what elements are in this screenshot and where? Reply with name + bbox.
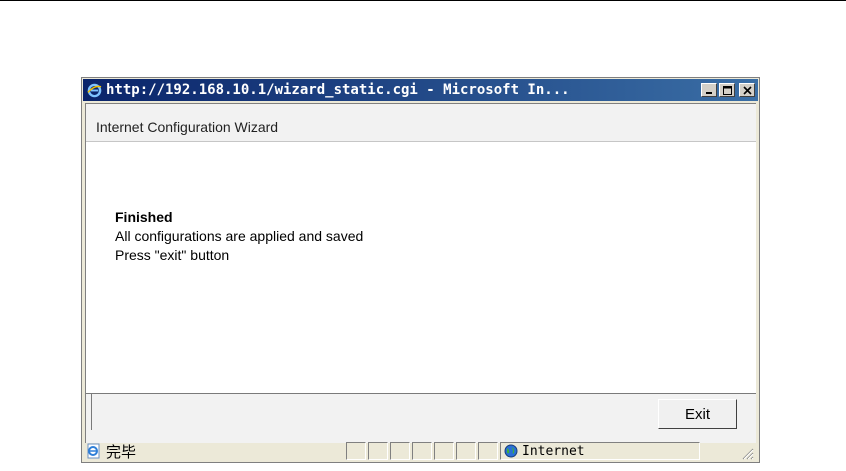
maximize-button[interactable] bbox=[719, 83, 735, 97]
wizard-title: Internet Configuration Wizard bbox=[96, 119, 279, 135]
page-content: Internet Configuration Wizard Finished A… bbox=[85, 103, 756, 443]
page-top-rule bbox=[0, 0, 846, 1]
exit-button[interactable]: Exit bbox=[658, 399, 737, 429]
browser-popup-window: http://192.168.10.1/wizard_static.cgi - … bbox=[81, 77, 760, 463]
minimize-button[interactable] bbox=[701, 83, 717, 97]
status-cell bbox=[368, 442, 388, 460]
wizard-message: Finished All configurations are applied … bbox=[115, 208, 363, 265]
security-zone[interactable]: Internet bbox=[500, 442, 700, 460]
finished-heading: Finished bbox=[115, 209, 173, 225]
status-cell bbox=[346, 442, 366, 460]
close-button[interactable] bbox=[739, 83, 755, 97]
status-cell bbox=[478, 442, 498, 460]
window-title: http://192.168.10.1/wizard_static.cgi - … bbox=[106, 82, 570, 98]
maximize-icon bbox=[722, 85, 732, 95]
globe-icon bbox=[504, 444, 518, 458]
status-cell bbox=[434, 442, 454, 460]
wizard-header: Internet Configuration Wizard bbox=[86, 104, 756, 142]
status-text: 完毕 bbox=[106, 443, 137, 461]
wizard-footer: Exit bbox=[86, 393, 756, 443]
status-cell bbox=[456, 442, 476, 460]
close-icon bbox=[742, 85, 752, 95]
status-bar: 完毕 Internet bbox=[85, 441, 756, 461]
title-bar[interactable]: http://192.168.10.1/wizard_static.cgi - … bbox=[83, 79, 758, 101]
ie-page-icon bbox=[85, 442, 103, 460]
message-line-1: All configurations are applied and saved bbox=[115, 228, 364, 244]
status-cell bbox=[412, 442, 432, 460]
status-cell bbox=[390, 442, 410, 460]
minimize-icon bbox=[706, 92, 712, 94]
ie-icon[interactable] bbox=[86, 82, 102, 98]
message-line-2: Press "exit" button bbox=[115, 247, 230, 263]
resize-grip-icon[interactable] bbox=[740, 446, 754, 460]
footer-divider bbox=[91, 394, 92, 430]
zone-label: Internet bbox=[522, 443, 585, 459]
